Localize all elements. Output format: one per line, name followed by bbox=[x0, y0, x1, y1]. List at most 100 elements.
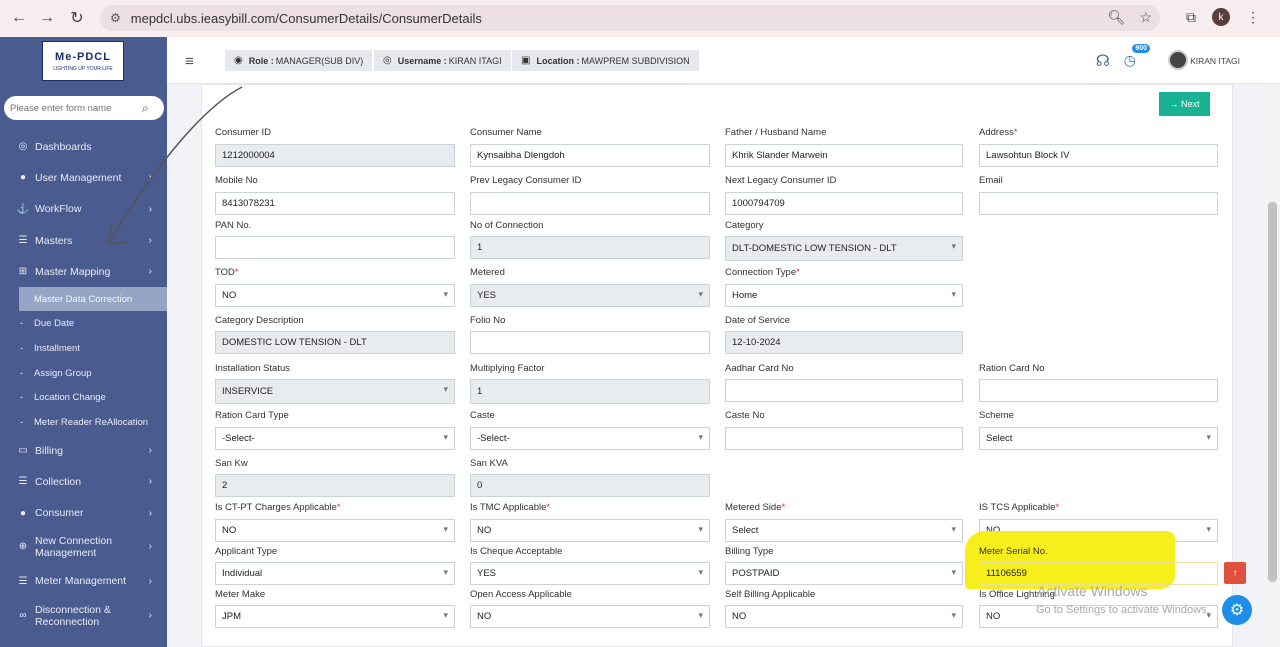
sidebar-subitem-location-change[interactable]: - Location Change bbox=[0, 386, 167, 411]
applicant-type-select[interactable]: Individual bbox=[215, 562, 455, 585]
address-field[interactable]: Lawsohtun Block IV bbox=[979, 144, 1218, 167]
next-legacy-label: Next Legacy Consumer ID bbox=[725, 175, 837, 186]
scrollbar-thumb[interactable] bbox=[1268, 202, 1277, 582]
anchor-icon: ⚓ bbox=[16, 203, 30, 215]
meter-make-label: Meter Make bbox=[215, 589, 266, 600]
address-label: Address* bbox=[979, 127, 1018, 138]
caste-select[interactable]: -Select- bbox=[470, 427, 710, 450]
open-access-select[interactable]: NO bbox=[470, 605, 710, 628]
zoom-icon[interactable]: 🔍︎ bbox=[1108, 9, 1126, 26]
meter-make-select[interactable]: JPM bbox=[215, 605, 455, 628]
date-service-field[interactable]: 12-10-2024 bbox=[725, 331, 963, 354]
vertical-scrollbar[interactable] bbox=[1266, 84, 1280, 647]
browser-menu-icon[interactable]: ⋮ bbox=[1246, 9, 1260, 26]
no-connection-field[interactable]: 1 bbox=[470, 236, 710, 259]
aadhar-field[interactable] bbox=[725, 379, 963, 402]
installation-status-select[interactable]: INSERVICE bbox=[215, 379, 455, 404]
folio-field[interactable] bbox=[470, 331, 710, 354]
sidebar-item-meter-management[interactable]: ☰ Meter Management › bbox=[0, 566, 167, 597]
sidebar-item-label: Disconnection & Reconnection bbox=[35, 603, 111, 628]
sidebar-item-disconnection[interactable]: ∞ Disconnection & Reconnection › bbox=[0, 597, 167, 634]
forward-icon[interactable]: → bbox=[32, 3, 62, 33]
chevron-right-icon: › bbox=[148, 609, 152, 621]
profile-avatar[interactable]: k bbox=[1212, 8, 1230, 26]
sidebar-item-label: Meter Management bbox=[35, 575, 127, 588]
father-name-field[interactable]: Khrik Slander Marwein bbox=[725, 144, 963, 167]
mobile-field[interactable]: 8413078231 bbox=[215, 192, 455, 215]
hamburger-menu-icon[interactable]: ≡ bbox=[185, 53, 194, 70]
sidebar-item-collection[interactable]: ☰ Collection › bbox=[0, 466, 167, 497]
san-kw-field[interactable]: 2 bbox=[215, 474, 455, 497]
tmc-label: Is TMC Applicable* bbox=[470, 502, 551, 513]
sidebar-item-new-connection-management[interactable]: ⊕ New Connection Management › bbox=[0, 529, 167, 566]
pan-field[interactable] bbox=[215, 236, 455, 259]
scroll-to-top-button[interactable]: ↑ bbox=[1224, 562, 1246, 584]
settings-gear-icon[interactable]: ⚙ bbox=[1222, 595, 1252, 625]
support-agent-icon[interactable]: ☊ bbox=[1096, 51, 1110, 71]
back-icon[interactable]: ← bbox=[4, 3, 34, 33]
bookmark-star-icon[interactable]: ☆ bbox=[1139, 9, 1152, 26]
address-bar[interactable]: ⚙ mepdcl.ubs.ieasybill.com/ConsumerDetai… bbox=[100, 5, 1160, 31]
logo: Me-PDCL LIGHTING UP YOUR LIFE bbox=[42, 41, 124, 81]
consumer-name-label: Consumer Name bbox=[470, 127, 542, 138]
sidebar-item-label: WorkFlow bbox=[35, 203, 82, 216]
scheme-label: Scheme bbox=[979, 410, 1014, 421]
sidebar-subitem-due-date[interactable]: - Due Date bbox=[0, 311, 167, 336]
caste-no-field[interactable] bbox=[725, 427, 963, 450]
scheme-select[interactable]: Select bbox=[979, 427, 1218, 450]
role-label: Role : bbox=[248, 55, 274, 66]
installation-status-label: Installation Status bbox=[215, 363, 290, 374]
reload-icon[interactable]: ↻ bbox=[62, 3, 92, 33]
location-chip: ▣ Location : MAWPREM SUBDIVISION bbox=[512, 50, 699, 71]
sidebar-item-consumer[interactable]: ● Consumer › bbox=[0, 498, 167, 529]
ctpt-label: Is CT-PT Charges Applicable* bbox=[215, 502, 341, 513]
sidebar-item-label: Billing bbox=[35, 444, 64, 457]
avatar[interactable] bbox=[1168, 50, 1188, 70]
meter-serial-field[interactable]: 11106559 bbox=[979, 562, 1218, 585]
category-desc-field[interactable]: DOMESTIC LOW TENSION - DLT bbox=[215, 331, 455, 354]
category-select[interactable]: DLT-DOMESTIC LOW TENSION - DLT bbox=[725, 236, 963, 261]
self-billing-select[interactable]: NO bbox=[725, 605, 963, 628]
sidebar-item-label: Collection bbox=[35, 475, 82, 488]
sidebar-subitem-label: Installment bbox=[34, 343, 80, 355]
san-kva-field[interactable]: 0 bbox=[470, 474, 710, 497]
sidebar-item-master-mapping[interactable]: ⊞ Master Mapping › bbox=[0, 256, 167, 287]
extensions-icon[interactable]: ⧉ bbox=[1186, 9, 1196, 26]
multiplying-factor-field[interactable]: 1 bbox=[470, 379, 710, 404]
url-text: mepdcl.ubs.ieasybill.com/ConsumerDetails… bbox=[130, 10, 482, 26]
chevron-right-icon: › bbox=[148, 575, 152, 587]
ration-card-type-select[interactable]: -Select- bbox=[215, 427, 455, 450]
site-info-icon[interactable]: ⚙ bbox=[110, 11, 121, 25]
sidebar-subitem-meter-reader-reallocation[interactable]: - Meter Reader ReAllocation bbox=[0, 410, 167, 435]
tod-select[interactable]: NO bbox=[215, 284, 455, 307]
metered-select[interactable]: YES bbox=[470, 284, 710, 307]
category-label: Category bbox=[725, 220, 764, 231]
consumer-name-field[interactable]: Kynsaibha Dlengdoh bbox=[470, 144, 710, 167]
sidebar-item-billing[interactable]: ▭ Billing › bbox=[0, 435, 167, 466]
sidebar-subitem-label: Due Date bbox=[34, 318, 75, 330]
next-legacy-field[interactable]: 1000794709 bbox=[725, 192, 963, 215]
metered-side-select[interactable]: Select bbox=[725, 519, 963, 542]
sidebar-subitem-assign-group[interactable]: - Assign Group bbox=[0, 361, 167, 386]
sidebar-subitem-master-data-correction[interactable]: Master Data Correction bbox=[19, 287, 167, 312]
ctpt-select[interactable]: NO bbox=[215, 519, 455, 542]
self-billing-label: Self Billing Applicable bbox=[725, 589, 816, 600]
notification-badge: 900 bbox=[1132, 44, 1150, 53]
chevron-right-icon: › bbox=[148, 507, 152, 519]
header-user-name[interactable]: KIRAN ITAGI bbox=[1190, 56, 1240, 66]
prev-legacy-field[interactable] bbox=[470, 192, 710, 215]
clock-icon[interactable]: ◷ bbox=[1124, 52, 1136, 69]
tmc-select[interactable]: NO bbox=[470, 519, 710, 542]
caste-no-label: Caste No bbox=[725, 410, 765, 421]
ration-card-type-label: Ration Card Type bbox=[215, 410, 289, 421]
sitemap-icon: ⊞ bbox=[18, 266, 28, 278]
tcs-label-text: IS TCS Applicable bbox=[979, 502, 1056, 513]
billing-type-select[interactable]: POSTPAID bbox=[725, 562, 963, 585]
cheque-select[interactable]: YES bbox=[470, 562, 710, 585]
email-field[interactable] bbox=[979, 192, 1218, 215]
consumer-id-field[interactable]: 1212000004 bbox=[215, 144, 455, 167]
next-button[interactable]: → Next bbox=[1159, 92, 1210, 116]
ration-card-no-field[interactable] bbox=[979, 379, 1218, 402]
sidebar-subitem-installment[interactable]: - Installment bbox=[0, 336, 167, 361]
connection-type-select[interactable]: Home bbox=[725, 284, 963, 307]
